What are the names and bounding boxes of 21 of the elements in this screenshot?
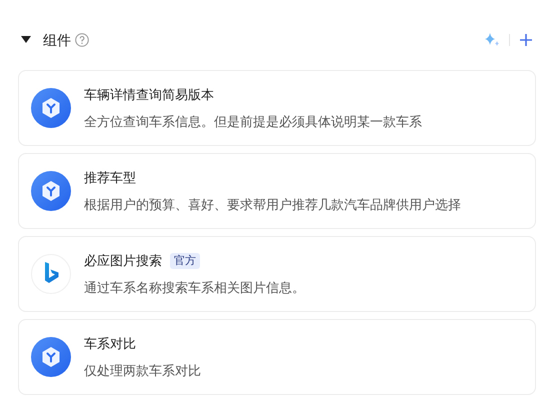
add-icon[interactable] bbox=[519, 33, 533, 47]
component-name: 车系对比 bbox=[84, 334, 136, 352]
official-tag: 官方 bbox=[170, 252, 200, 268]
component-description: 通过车系名称搜索车系相关图片信息。 bbox=[84, 278, 305, 296]
cube-icon bbox=[31, 171, 71, 211]
component-description: 仅处理两款车系对比 bbox=[84, 362, 201, 380]
component-name: 推荐车型 bbox=[84, 168, 136, 186]
cube-icon bbox=[31, 88, 71, 128]
component-description: 根据用户的预算、喜好、要求帮用户推荐几款汽车品牌供用户选择 bbox=[84, 196, 461, 214]
component-card[interactable]: 车辆详情查询简易版本 全方位查询车系信息。但是前提是必须具体说明某一款车系 bbox=[18, 70, 536, 146]
component-name: 车辆详情查询简易版本 bbox=[84, 86, 214, 104]
component-card[interactable]: 推荐车型 根据用户的预算、喜好、要求帮用户推荐几款汽车品牌供用户选择 bbox=[18, 153, 536, 229]
component-description: 全方位查询车系信息。但是前提是必须具体说明某一款车系 bbox=[84, 112, 422, 130]
component-card[interactable]: 必应图片搜索 官方 通过车系名称搜索车系相关图片信息。 bbox=[18, 236, 536, 312]
component-name: 必应图片搜索 bbox=[84, 252, 162, 270]
caret-icon[interactable] bbox=[21, 36, 31, 44]
help-icon[interactable] bbox=[75, 33, 89, 47]
component-card[interactable]: 车系对比 仅处理两款车系对比 bbox=[18, 319, 536, 395]
section-title: 组件 bbox=[43, 30, 71, 50]
cube-icon bbox=[31, 337, 71, 377]
bing-logo-icon bbox=[31, 254, 71, 294]
